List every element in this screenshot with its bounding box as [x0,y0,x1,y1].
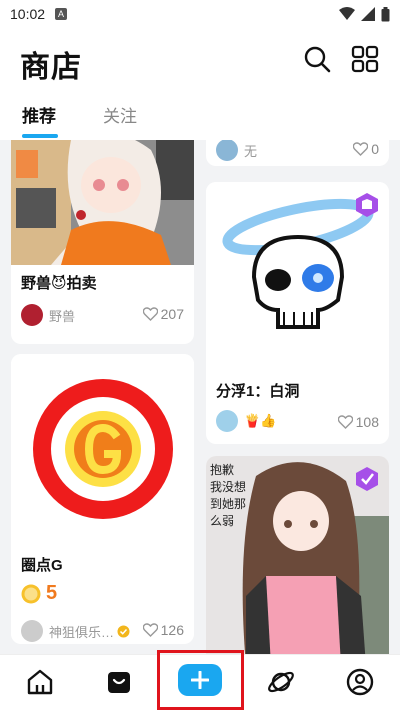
wifi-icon [339,7,355,20]
tab-bar: 推荐 关注 [0,96,400,140]
author-name: 野兽 [49,308,76,324]
like-value: 108 [355,414,379,430]
like-count[interactable]: 108 [337,414,379,430]
like-count[interactable]: 0 [353,141,379,157]
signal-icon [361,7,375,21]
price-value: 5 [46,582,58,604]
verified-badge-icon [117,625,130,637]
like-count[interactable]: 207 [142,306,184,322]
author-avatar [21,620,43,642]
shop-bag-icon[interactable] [104,667,134,697]
battery-icon [381,6,390,21]
author-avatar [216,140,238,161]
product-author[interactable]: 野兽 [21,304,75,326]
heart-icon [142,623,158,637]
product-image-target-g [11,354,194,537]
author-avatar [216,410,238,432]
grid-menu-icon[interactable] [350,44,380,74]
like-value: 207 [160,306,184,322]
active-tab-indicator [22,134,58,138]
author-name: 🍟👍 [244,413,277,428]
heart-icon [337,415,353,429]
page-title: 商店 [20,51,82,84]
search-icon[interactable] [302,44,332,74]
tab-recommend[interactable]: 推荐 [22,102,56,127]
price-row: 5 [21,582,57,605]
notification-a-icon: A [55,8,68,20]
author-name: 神狙俱乐… [49,624,115,640]
product-author[interactable]: 神狙俱乐… [21,620,130,642]
like-value: 0 [371,141,379,157]
heart-icon [142,307,158,321]
like-count[interactable]: 126 [142,622,184,638]
highlight-annotation-box [157,650,244,710]
product-title: 野兽😈拍卖 [21,275,97,292]
status-icons [339,6,390,22]
product-card-2[interactable]: 无 0 [206,140,389,166]
status-bar: 10:02 A [0,0,400,28]
author-name: 无 [244,143,258,159]
like-value: 126 [160,622,184,638]
product-author[interactable]: 无 [216,140,257,161]
product-card-3[interactable]: 分浮1：白洞 🍟👍 108 [206,182,389,444]
author-avatar [21,304,43,326]
product-title: 圈点G [21,557,63,574]
planet-icon[interactable] [266,667,296,697]
product-card-4[interactable]: 圈点G 5 神狙俱乐… 126 [11,354,194,644]
header: 商店 推荐 关注 [0,28,400,140]
product-card-5[interactable]: 抱歉 我没想 到她那 么弱 [206,456,389,654]
profile-icon[interactable] [345,667,375,697]
product-image-anime-girl [11,140,194,265]
art-handwritten-text: 抱歉 我没想 到她那 么弱 [210,463,247,528]
home-icon[interactable] [25,667,55,697]
product-feed[interactable]: 野兽😈拍卖 野兽 207 无 0 分浮1：白洞 🍟👍 108 圈点G 5 神狙俱… [0,140,400,654]
status-time: 10:02 [10,6,46,22]
premium-badge-icon [356,467,378,491]
premium-badge-icon [356,193,378,217]
product-author[interactable]: 🍟👍 [216,410,276,432]
product-title: 分浮1：白洞 [216,383,300,400]
tab-following[interactable]: 关注 [103,102,137,127]
heart-icon [353,142,369,156]
coin-icon [21,584,41,603]
product-card-1[interactable]: 野兽😈拍卖 野兽 207 [11,140,194,344]
